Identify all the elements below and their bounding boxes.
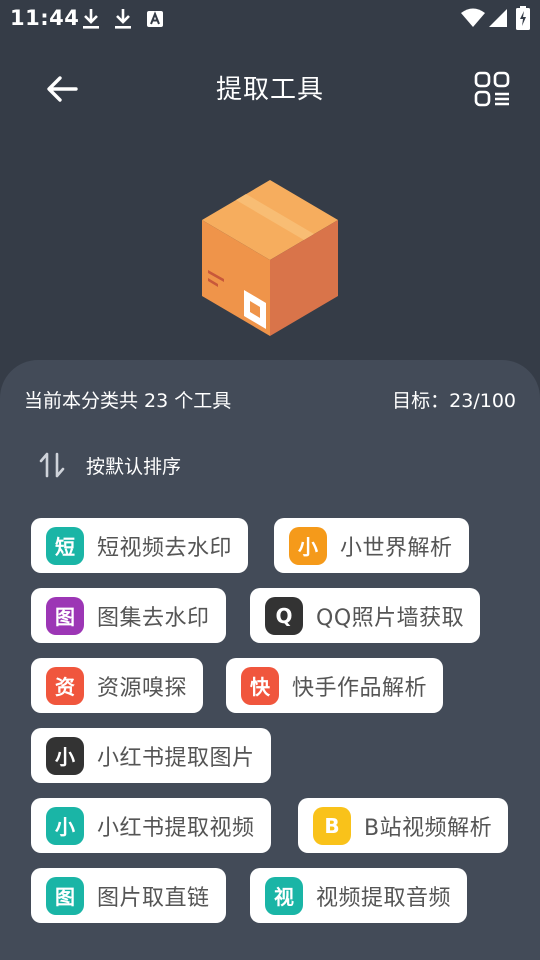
tool-badge: 小 bbox=[289, 526, 327, 565]
tool-badge: 资 bbox=[46, 666, 84, 705]
tool-badge: 图 bbox=[46, 596, 84, 635]
tool-label: 短视频去水印 bbox=[97, 535, 233, 561]
battery-charging-icon bbox=[516, 6, 530, 30]
tool-label: 小红书提取视频 bbox=[97, 815, 255, 841]
tool-chip[interactable]: Q QQ照片墙获取 bbox=[250, 588, 481, 643]
tool-label: B站视频解析 bbox=[364, 815, 493, 841]
page-title: 提取工具 bbox=[215, 75, 324, 105]
download-icon bbox=[83, 9, 99, 29]
package-box-illustration bbox=[202, 180, 338, 336]
tool-label: 小世界解析 bbox=[340, 535, 453, 561]
tool-chip[interactable]: 小 小红书提取图片 bbox=[31, 728, 271, 783]
tool-badge: 小 bbox=[46, 736, 84, 775]
tool-badge: 快 bbox=[241, 666, 279, 705]
tool-badge: 小 bbox=[46, 806, 84, 845]
tool-label: 小红书提取图片 bbox=[97, 745, 255, 771]
tool-label: 资源嗅探 bbox=[97, 675, 188, 701]
download-icon bbox=[115, 9, 131, 29]
tool-chip[interactable]: 图 图集去水印 bbox=[31, 588, 226, 643]
grid-menu-button[interactable] bbox=[470, 68, 514, 112]
status-bar: 11:44 bbox=[0, 0, 540, 36]
tool-badge: B bbox=[313, 806, 351, 845]
tool-label: 视频提取音频 bbox=[316, 885, 452, 911]
tool-label: 图片取直链 bbox=[97, 885, 210, 911]
tool-label: 快手作品解析 bbox=[292, 675, 428, 701]
tool-badge: Q bbox=[265, 596, 303, 635]
tool-chip[interactable]: 图 图片取直链 bbox=[31, 868, 226, 923]
tool-badge: 图 bbox=[46, 876, 84, 915]
tool-chip[interactable]: 快 快手作品解析 bbox=[226, 658, 444, 713]
tool-chip[interactable]: 小 小世界解析 bbox=[274, 518, 469, 573]
sort-icon bbox=[39, 452, 65, 478]
tool-chip[interactable]: 资 资源嗅探 bbox=[31, 658, 204, 713]
keyboard-a-icon bbox=[147, 11, 163, 27]
category-count-text: 当前本分类共 23 个工具 bbox=[24, 390, 232, 412]
tool-chip[interactable]: B B站视频解析 bbox=[298, 798, 509, 853]
sort-toggle[interactable]: 按默认排序 bbox=[38, 450, 181, 480]
target-progress-text: 目标：23/100 bbox=[392, 390, 516, 412]
status-time: 11:44 bbox=[10, 6, 80, 30]
wifi-icon bbox=[461, 8, 485, 27]
tool-badge: 视 bbox=[265, 876, 303, 915]
tool-badge: 短 bbox=[46, 526, 84, 565]
sort-label: 按默认排序 bbox=[86, 455, 182, 478]
tool-chip[interactable]: 短 短视频去水印 bbox=[31, 518, 249, 573]
tools-panel: 当前本分类共 23 个工具 目标：23/100 按默认排序 短 短视频去水印 小… bbox=[0, 360, 540, 960]
tool-chip[interactable]: 视 视频提取音频 bbox=[250, 868, 468, 923]
tool-label: QQ照片墙获取 bbox=[316, 605, 465, 631]
tool-chip[interactable]: 小 小红书提取视频 bbox=[31, 798, 271, 853]
signal-icon bbox=[489, 9, 507, 27]
tool-label: 图集去水印 bbox=[97, 605, 210, 631]
grid-icon bbox=[474, 71, 510, 107]
